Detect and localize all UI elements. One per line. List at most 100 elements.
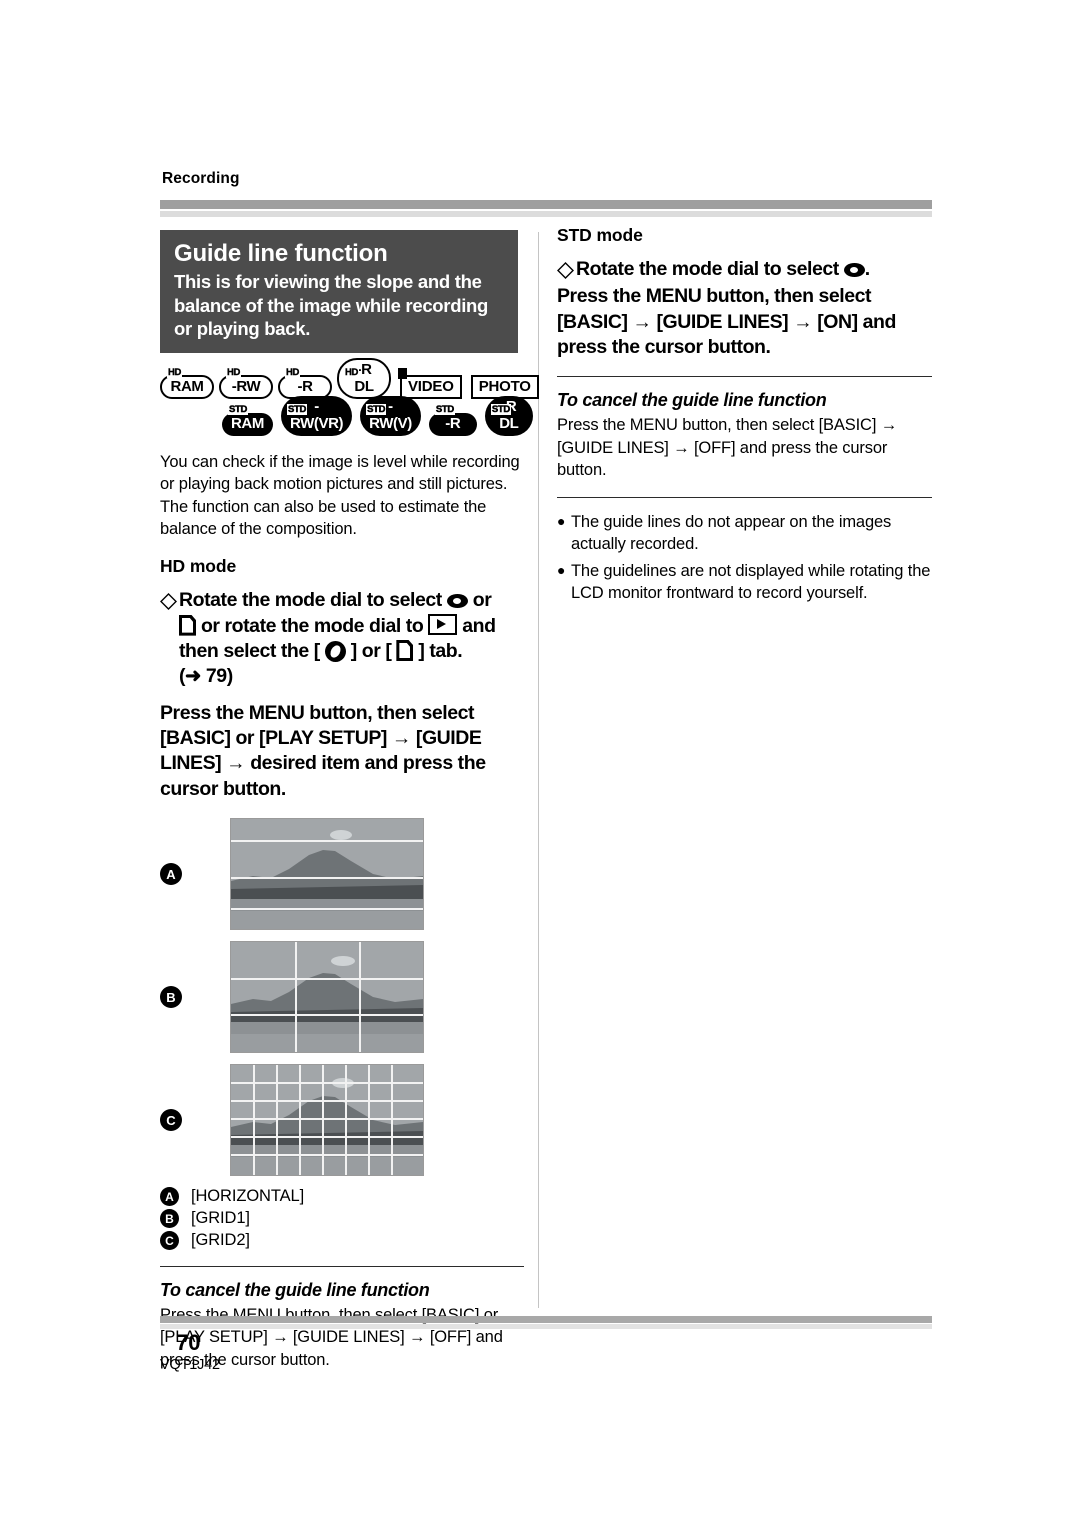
- playback-mode-icon: [428, 613, 458, 635]
- badge-hd-rdl: HD -R DL: [337, 357, 391, 400]
- legend-marker: B: [160, 1209, 179, 1229]
- badge-hd-rw: HD -RW: [219, 367, 273, 400]
- header-rule: [160, 200, 932, 209]
- note-item-2: ● The guidelines are not displayed while…: [557, 560, 932, 605]
- page-subtitle: This is for viewing the slope and the ba…: [174, 271, 489, 339]
- badge-tag: STD: [490, 404, 511, 418]
- bullet-dot-icon: ●: [557, 513, 566, 530]
- video-mode-icon: [446, 594, 468, 609]
- right-separator-bottom: [557, 497, 932, 499]
- std-step-2: Press the MENU button, then select [BASI…: [557, 285, 896, 359]
- right-cancel-body: Press the MENU button, then select [BASI…: [557, 416, 898, 479]
- intro-paragraph: You can check if the image is level whil…: [160, 453, 520, 538]
- badge-std-rwvr: STD -RW(VR): [280, 396, 353, 437]
- badge-tag: STD: [366, 404, 387, 418]
- sample-marker: B: [160, 986, 182, 1009]
- guide-lines-overlay-grid1: [231, 942, 423, 1053]
- badge-hd-ram: HD RAM: [160, 367, 214, 400]
- photo-mode-icon: [179, 614, 196, 636]
- right-cancel-heading: To cancel the guide line function: [557, 390, 827, 411]
- sample-row-b: B: [160, 941, 524, 1054]
- hd-step-1-reference: (➜ 79): [179, 665, 233, 688]
- diamond-bullet-icon: [557, 262, 574, 279]
- section-label: Recording: [162, 170, 240, 187]
- header-rule-secondary: [160, 211, 932, 217]
- std-mode-heading: STD mode: [557, 225, 643, 245]
- footer-rule: [160, 1316, 932, 1323]
- badge-tag: HD: [285, 367, 301, 379]
- sample-legend: A [HORIZONTAL] B [GRID1] C [GRID2]: [160, 1187, 524, 1251]
- notes-list: ● The guide lines do not appear on the i…: [557, 511, 932, 604]
- page-title: Guide line function: [174, 240, 388, 267]
- badge-label: VIDEO: [400, 374, 462, 400]
- legend-label: [HORIZONTAL]: [191, 1187, 305, 1206]
- note-text: The guidelines are not displayed while r…: [571, 561, 931, 602]
- right-separator-top: [557, 376, 932, 378]
- badge-label: -R DL: [337, 357, 391, 400]
- left-cancel-heading: To cancel the guide line function: [160, 1280, 430, 1301]
- std-step-1-text: Rotate the mode dial to select .: [576, 257, 870, 282]
- sample-row-a: A: [160, 818, 524, 931]
- badge-tag: STD: [286, 404, 308, 418]
- badge-label: RAM: [160, 374, 214, 400]
- left-separator: [160, 1266, 524, 1268]
- sample-marker: A: [160, 863, 182, 886]
- hd-step-1-text: Rotate the mode dial to select or or rot…: [179, 588, 524, 689]
- bullet-dot-icon: ●: [557, 561, 566, 578]
- hd-step-1-part6: ] tab.: [418, 639, 463, 662]
- std-step-1-part1: Rotate the mode dial to select: [576, 258, 839, 280]
- hd-step-1-part3: or rotate the mode dial to: [200, 614, 424, 637]
- std-step-1: Rotate the mode dial to select .: [557, 257, 932, 282]
- right-column: STD mode Rotate the mode dial to select …: [557, 225, 932, 608]
- badge-label: -RW: [219, 374, 273, 400]
- page-number: 70: [176, 1330, 201, 1355]
- badge-std-ram: STD RAM: [222, 404, 273, 437]
- footer-rule-secondary: [160, 1324, 932, 1329]
- sample-photo-grid1: [230, 941, 424, 1054]
- media-badge-group: HD RAM HD -RW HD -R HD -R DL VIDEO PHOTO…: [160, 357, 539, 437]
- video-tab-icon: [324, 640, 346, 662]
- diamond-bullet-icon: [160, 593, 177, 611]
- note-item-1: ● The guide lines do not appear on the i…: [557, 511, 932, 556]
- video-mode-icon: [843, 263, 865, 277]
- badge-photo: PHOTO: [470, 367, 539, 400]
- legend-label: [GRID2]: [191, 1231, 250, 1250]
- media-badge-row-std: STD RAM STD -RW(VR) STD -RW(V) STD -R ST…: [160, 396, 533, 437]
- std-step-1-part2: .: [864, 258, 870, 280]
- sample-images-group: A B C: [160, 818, 524, 1177]
- badge-tag: HD: [344, 367, 360, 379]
- badge-tag: HD: [226, 367, 242, 379]
- hd-mode-heading: HD mode: [160, 556, 237, 577]
- photo-tab-icon: [396, 639, 414, 661]
- media-badge-row-hd: HD RAM HD -RW HD -R HD -R DL VIDEO PHOTO: [160, 357, 539, 400]
- left-column: Guide line function This is for viewing …: [160, 230, 539, 1371]
- legend-row-a: A [HORIZONTAL]: [160, 1187, 524, 1207]
- badge-tag: STD: [228, 404, 249, 418]
- badge-tag: STD: [434, 404, 455, 418]
- guide-lines-overlay-horizontal: [231, 819, 423, 929]
- badge-std-rwv: STD -RW(V): [360, 396, 421, 437]
- guide-lines-overlay-grid2: [231, 1065, 423, 1176]
- legend-label: [GRID1]: [191, 1209, 250, 1228]
- title-callout-box: Guide line function This is for viewing …: [160, 230, 518, 354]
- hd-step-1-part2: or: [472, 589, 492, 612]
- video-corner-icon: [398, 368, 407, 380]
- legend-marker: A: [160, 1187, 179, 1207]
- sample-row-c: C: [160, 1064, 524, 1177]
- hd-step-2: Press the MENU button, then select [BASI…: [160, 701, 486, 800]
- sample-photo-horizontal: [230, 818, 424, 931]
- manual-page: Recording Guide line function This is fo…: [0, 0, 1080, 1526]
- sample-marker: C: [160, 1109, 182, 1132]
- hd-step-1-part5: ] or [: [350, 639, 392, 662]
- legend-row-b: B [GRID1]: [160, 1209, 524, 1229]
- sample-photo-grid2: [230, 1064, 424, 1177]
- document-code: VQT1J42: [160, 1357, 220, 1373]
- hd-step-1: Rotate the mode dial to select or or rot…: [160, 588, 524, 689]
- badge-video: VIDEO: [398, 367, 462, 400]
- note-text: The guide lines do not appear on the ima…: [571, 513, 892, 554]
- badge-tag: HD: [167, 367, 183, 379]
- hd-step-1-part1: Rotate the mode dial to select: [179, 589, 442, 612]
- legend-marker: C: [160, 1231, 179, 1251]
- badge-std-rdl: STD -R DL: [484, 396, 533, 437]
- badge-hd-r: HD -R: [278, 367, 332, 400]
